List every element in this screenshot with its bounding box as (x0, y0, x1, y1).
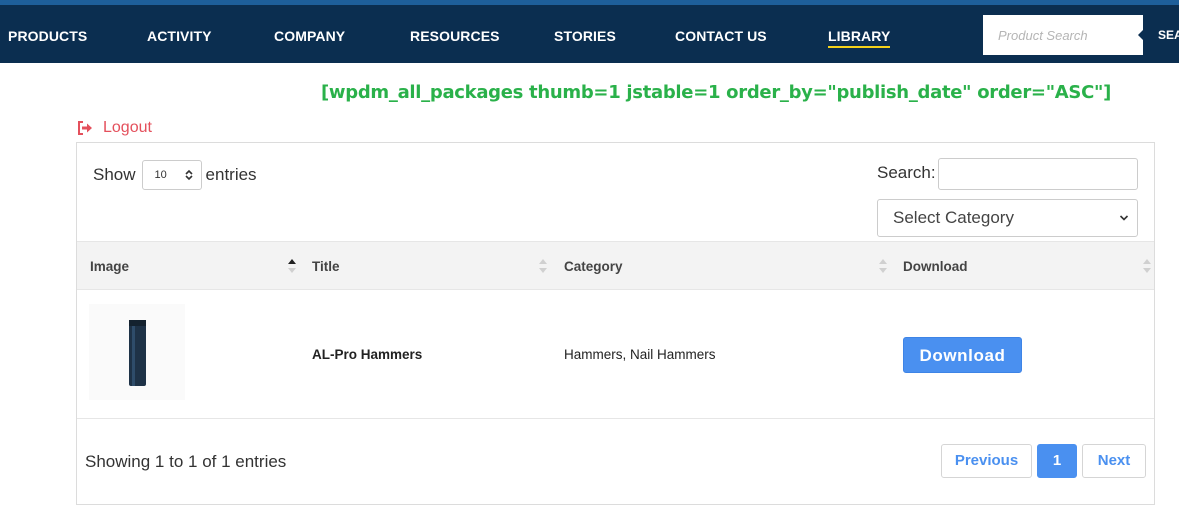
nav-contact-us[interactable]: CONTACT US (675, 5, 767, 63)
nav-library[interactable]: LIBRARY (828, 5, 891, 63)
previous-page-button[interactable]: Previous (941, 444, 1032, 478)
updown-arrows-icon (184, 169, 193, 181)
entries-length-control: Show 10 entries (93, 160, 257, 190)
category-select-value: Select Category (893, 208, 1014, 227)
table-search-input[interactable] (938, 158, 1138, 190)
column-header-download[interactable]: Download (903, 242, 968, 291)
sort-both-icon (539, 259, 547, 273)
table-row: AL-Pro Hammers Hammers, Nail Hammers Dow… (77, 290, 1154, 419)
shortcode-text: [wpdm_all_packages thumb=1 jstable=1 ord… (321, 82, 1111, 103)
page-1-button[interactable]: 1 (1037, 444, 1077, 478)
column-header-category[interactable]: Category (564, 242, 623, 291)
package-thumbnail (89, 304, 185, 400)
category-select[interactable]: Select Category (877, 199, 1138, 237)
sort-both-icon (1143, 259, 1151, 273)
entries-value: 10 (154, 169, 167, 181)
sort-asc-icon (288, 259, 296, 273)
show-label: Show (93, 165, 136, 184)
package-title[interactable]: AL-Pro Hammers (312, 290, 422, 419)
search-button[interactable]: SEARCH (1143, 15, 1179, 55)
nav-stories[interactable]: STORIES (554, 5, 616, 63)
next-page-button[interactable]: Next (1082, 444, 1146, 478)
product-search: SEARCH (983, 15, 1179, 55)
product-search-input[interactable] (983, 15, 1143, 55)
nav-activity[interactable]: ACTIVITY (147, 5, 212, 63)
table-header: Image Title Category Download (77, 241, 1154, 290)
download-button[interactable]: Download (903, 337, 1022, 373)
nav-company[interactable]: COMPANY (274, 5, 345, 63)
column-header-image[interactable]: Image (90, 242, 129, 291)
hammer-handle-image (129, 320, 146, 386)
sign-out-icon (78, 121, 92, 135)
entries-select[interactable]: 10 (141, 160, 202, 190)
logout-link[interactable]: Logout (77, 119, 152, 137)
pagination: Previous 1 Next (941, 444, 1146, 478)
nav-resources[interactable]: RESOURCES (410, 5, 500, 63)
main-navbar: PRODUCTS ACTIVITY COMPANY RESOURCES STOR… (0, 5, 1179, 63)
package-category: Hammers, Nail Hammers (564, 347, 716, 362)
logout-label: Logout (103, 119, 152, 136)
table-info: Showing 1 to 1 of 1 entries (85, 452, 287, 471)
nav-products[interactable]: PRODUCTS (8, 5, 87, 63)
packages-table-panel: Show 10 entries Search: Select Category … (76, 142, 1155, 505)
chevron-down-icon (1119, 215, 1129, 221)
table-search-label: Search: (877, 163, 936, 182)
column-header-title[interactable]: Title (312, 242, 340, 291)
entries-label: entries (205, 165, 257, 184)
sort-both-icon (879, 259, 887, 273)
